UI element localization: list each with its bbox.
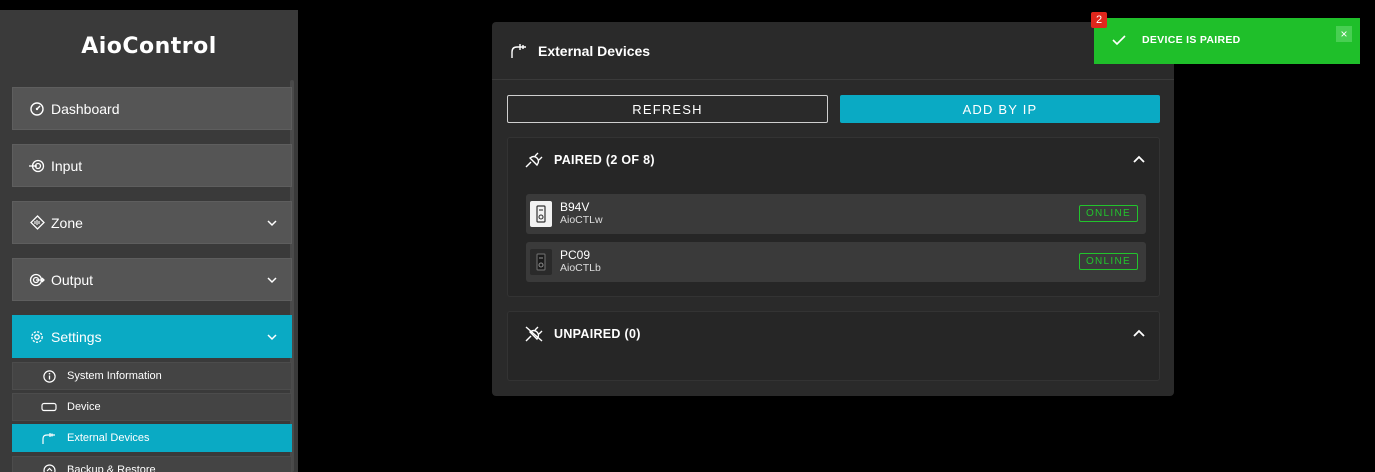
speaker-icon (530, 249, 552, 275)
sidebar-item-dashboard[interactable]: Dashboard (12, 87, 292, 130)
output-icon (29, 272, 45, 288)
sidebar: AioControl Dashboard Input Zone Output S… (0, 10, 298, 472)
plug-icon (525, 152, 543, 168)
sidebar-item-label: Settings (51, 328, 102, 345)
chevron-up-icon[interactable] (1133, 154, 1145, 164)
unpaired-section-header[interactable]: UNPAIRED (0) (508, 312, 1159, 356)
sidebar-item-label: Output (51, 271, 94, 288)
device-model: AioCTLw (560, 214, 603, 226)
backup-icon (41, 463, 57, 472)
toast-message: DEVICE IS PAIRED (1142, 34, 1241, 46)
notification-count-badge: 2 (1091, 12, 1107, 28)
device-row[interactable]: PC09 AioCTLb ONLINE (526, 242, 1146, 282)
close-button[interactable]: × (1336, 26, 1352, 42)
page-title: External Devices (538, 42, 651, 59)
zone-icon (29, 215, 45, 231)
external-devices-panel: External Devices REFRESH ADD BY IP PAIRE… (492, 22, 1174, 396)
panel-header: External Devices (492, 22, 1174, 80)
unplug-icon (525, 326, 543, 342)
sidebar-subitem-external-devices[interactable]: External Devices (12, 424, 292, 452)
sidebar-item-zone[interactable]: Zone (12, 201, 292, 244)
chevron-down-icon (267, 277, 277, 284)
paired-section-header[interactable]: PAIRED (2 OF 8) (508, 138, 1159, 182)
unpaired-section: UNPAIRED (0) (507, 311, 1160, 381)
sidebar-item-label: Zone (51, 214, 83, 231)
chevron-down-icon (267, 334, 277, 341)
sidebar-item-input[interactable]: Input (12, 144, 292, 187)
paired-section: PAIRED (2 OF 8) B94V AioCTLw ONLINE PC09… (507, 137, 1160, 297)
sidebar-item-settings[interactable]: Settings (12, 315, 292, 358)
external-devices-icon (41, 431, 57, 445)
sidebar-subitem-label: Device (67, 401, 101, 413)
sidebar-subitem-system-information[interactable]: System Information (12, 362, 292, 390)
device-row[interactable]: B94V AioCTLw ONLINE (526, 194, 1146, 234)
sidebar-subitem-device[interactable]: Device (12, 393, 292, 421)
sidebar-item-label: Input (51, 157, 83, 174)
device-icon (41, 400, 57, 414)
settings-icon (29, 329, 45, 345)
dashboard-icon (29, 101, 45, 117)
app-logo: AioControl (81, 33, 217, 59)
unpaired-title: UNPAIRED (0) (554, 327, 641, 341)
paired-title: PAIRED (2 OF 8) (554, 153, 655, 167)
check-icon (1112, 35, 1126, 46)
sidebar-item-output[interactable]: Output (12, 258, 292, 301)
external-devices-icon (511, 43, 526, 58)
refresh-button[interactable]: REFRESH (507, 95, 828, 123)
status-badge: ONLINE (1078, 205, 1138, 222)
add-by-ip-button[interactable]: ADD BY IP (840, 95, 1160, 123)
chevron-up-icon[interactable] (1133, 328, 1145, 338)
device-name: PC09 (560, 248, 591, 262)
sidebar-subitem-label: External Devices (67, 432, 150, 444)
info-icon (41, 369, 57, 383)
sidebar-subitem-label: System Information (67, 370, 162, 382)
sidebar-item-label: Dashboard (51, 100, 120, 117)
toast-notification: DEVICE IS PAIRED × (1094, 18, 1360, 64)
sidebar-subitem-backup-restore[interactable]: Backup & Restore (12, 456, 292, 472)
status-badge: ONLINE (1078, 253, 1138, 270)
input-icon (29, 158, 45, 174)
sidebar-subitem-label: Backup & Restore (67, 464, 156, 472)
chevron-down-icon (267, 220, 277, 227)
device-name: B94V (560, 200, 590, 214)
speaker-icon (530, 201, 552, 227)
device-model: AioCTLb (560, 262, 601, 274)
